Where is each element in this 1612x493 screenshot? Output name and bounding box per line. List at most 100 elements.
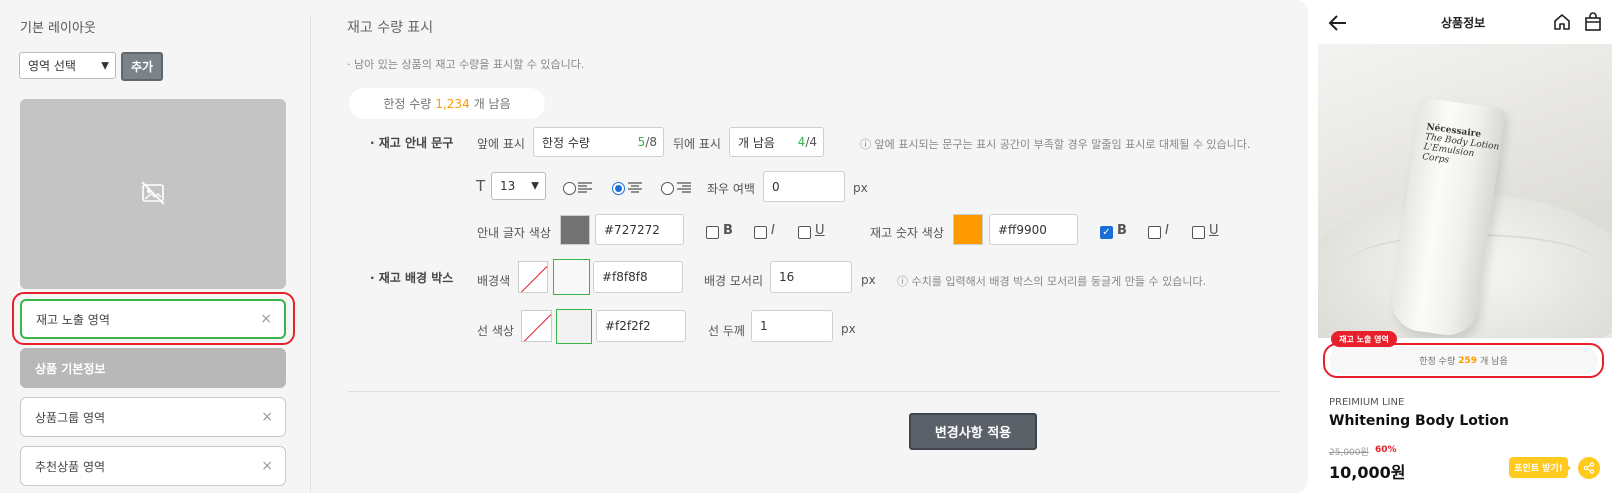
chevron-down-icon: ▼ (101, 60, 109, 71)
back-label: 뒤에 표시 (673, 137, 721, 151)
number-color-label: 재고 숫자 색상 (870, 226, 944, 240)
number-color-input[interactable]: #ff9900 (989, 214, 1078, 245)
align-center-icon (628, 182, 642, 193)
layout-item-label: 상품그룹 영역 (35, 410, 106, 425)
font-size-select[interactable]: 13 ▼ (491, 172, 546, 200)
number-bold-checkbox[interactable]: ✓ (1100, 226, 1113, 239)
line-width-label: 선 두께 (708, 324, 745, 338)
image-placeholder (20, 99, 286, 289)
line-color-value: #f2f2f2 (605, 319, 651, 333)
back-text-input[interactable]: 개 남음 4/4 (729, 127, 824, 157)
layout-item-label: 재고 노출 영역 (36, 312, 110, 327)
stock-area-tag: 재고 노출 영역 (1331, 331, 1397, 347)
bold-label: B (723, 223, 733, 238)
close-icon[interactable]: × (261, 409, 273, 425)
guide-text-hint: ⓘ 앞에 표시되는 문구는 표시 공간이 부족할 경우 말줄임 표시로 대체될 … (860, 138, 1251, 151)
number-color-swatch[interactable] (953, 214, 983, 245)
close-icon[interactable]: × (260, 311, 272, 327)
front-max: /8 (645, 135, 657, 149)
align-left-icon (578, 182, 592, 193)
stock-display: 한정 수량 259 개 남음 (1330, 347, 1597, 374)
product-image: Nécessaire The Body Lotion L'Emulsion Co… (1318, 44, 1612, 338)
text-color-swatch[interactable] (560, 215, 590, 245)
share-icon[interactable] (1578, 457, 1600, 479)
font-size-value: 13 (500, 179, 516, 193)
line-width-input[interactable]: 1 (751, 310, 833, 342)
text-bold-checkbox[interactable] (706, 226, 719, 239)
shopping-bag-icon[interactable] (1584, 12, 1602, 32)
close-icon[interactable]: × (261, 458, 273, 474)
product-name: Whitening Body Lotion (1329, 413, 1509, 429)
bg-color-value: #f8f8f8 (602, 270, 648, 284)
underline-label: U (1209, 223, 1219, 238)
line-color-label: 선 색상 (477, 324, 514, 338)
stock-preview-suffix: 개 남음 (473, 97, 511, 111)
stock-prefix: 한정 수량 (1419, 357, 1456, 367)
text-underline-checkbox[interactable] (798, 226, 811, 239)
line-color-swatch[interactable] (556, 309, 592, 344)
line-width-value: 1 (760, 319, 768, 333)
text-color-value: #727272 (604, 222, 660, 237)
line-color-none-swatch[interactable] (521, 310, 552, 342)
layout-item-basic-info[interactable]: 상품 기본정보 (20, 348, 286, 388)
stock-preview-number: 1,234 (435, 96, 470, 111)
italic-label: I (1165, 223, 1169, 238)
discount-rate: 60% (1375, 445, 1397, 455)
bg-box-label: · 재고 배경 박스 (370, 271, 454, 285)
text-color-label: 안내 글자 색상 (477, 226, 551, 240)
align-right-icon (677, 182, 691, 193)
radius-hint: ⓘ 수치를 입력해서 배경 박스의 모서리를 둥글게 만들 수 있습니다. (897, 275, 1207, 288)
apply-changes-button[interactable]: 변경사항 적용 (909, 413, 1037, 450)
text-size-icon: T (476, 177, 486, 195)
add-button[interactable]: 추가 (121, 52, 163, 81)
area-select-value: 영역 선택 (28, 59, 76, 73)
back-text-value: 개 남음 (738, 135, 775, 150)
radius-input[interactable]: 16 (770, 261, 852, 293)
back-arrow-icon[interactable] (1328, 14, 1348, 32)
sale-price: 10,000원 (1329, 463, 1406, 482)
align-left-radio[interactable] (563, 182, 576, 195)
no-image-icon (141, 181, 165, 205)
divider (310, 16, 311, 493)
radius-unit: px (861, 273, 876, 287)
back-max: /4 (805, 135, 817, 149)
padding-input[interactable]: 0 (763, 171, 845, 202)
stock-suffix: 개 남음 (1480, 357, 1508, 367)
padding-label: 좌우 여백 (707, 182, 755, 196)
area-select[interactable]: 영역 선택 ▼ (19, 52, 116, 79)
original-price: 25,000원 (1329, 448, 1369, 458)
padding-unit: px (853, 181, 868, 195)
layout-item-recommend[interactable]: 추천상품 영역 × (20, 446, 286, 486)
number-color-value: #ff9900 (998, 222, 1047, 237)
point-button[interactable]: 포인트 받기! (1509, 457, 1568, 478)
line-color-input[interactable]: #f2f2f2 (596, 310, 686, 342)
back-char-counter: 4/4 (798, 135, 817, 149)
layout-item-label: 추천상품 영역 (35, 459, 106, 474)
align-center-radio[interactable] (612, 182, 625, 195)
layout-item-label: 상품 기본정보 (35, 361, 106, 376)
bg-color-none-swatch[interactable] (518, 261, 548, 293)
front-count: 5 (637, 135, 646, 149)
tube-label: Nécessaire The Body Lotion L'Emulsion Co… (1422, 122, 1503, 172)
stock-preview-box: 한정 수량 1,234 개 남음 (348, 87, 546, 120)
stock-preview-prefix: 한정 수량 (383, 97, 432, 111)
underline-label: U (815, 223, 825, 238)
italic-label: I (771, 223, 775, 238)
text-italic-checkbox[interactable] (754, 226, 767, 239)
guide-text-label: · 재고 안내 문구 (370, 136, 454, 150)
bg-color-input[interactable]: #f8f8f8 (593, 261, 683, 293)
home-icon[interactable] (1553, 13, 1571, 31)
number-italic-checkbox[interactable] (1148, 226, 1161, 239)
radius-value: 16 (779, 270, 795, 284)
line-width-unit: px (841, 322, 856, 336)
padding-value: 0 (772, 179, 780, 194)
align-right-radio[interactable] (661, 182, 674, 195)
layout-item-group[interactable]: 상품그룹 영역 × (20, 397, 286, 437)
brand-line: PREIMIUM LINE (1329, 397, 1405, 408)
text-color-input[interactable]: #727272 (595, 214, 684, 245)
bg-color-swatch[interactable] (553, 259, 590, 295)
front-char-counter: 5/8 (638, 135, 657, 149)
number-underline-checkbox[interactable] (1192, 226, 1205, 239)
front-text-input[interactable]: 한정 수량 5/8 (533, 127, 664, 157)
layout-item-stock[interactable]: 재고 노출 영역 × (20, 299, 286, 339)
